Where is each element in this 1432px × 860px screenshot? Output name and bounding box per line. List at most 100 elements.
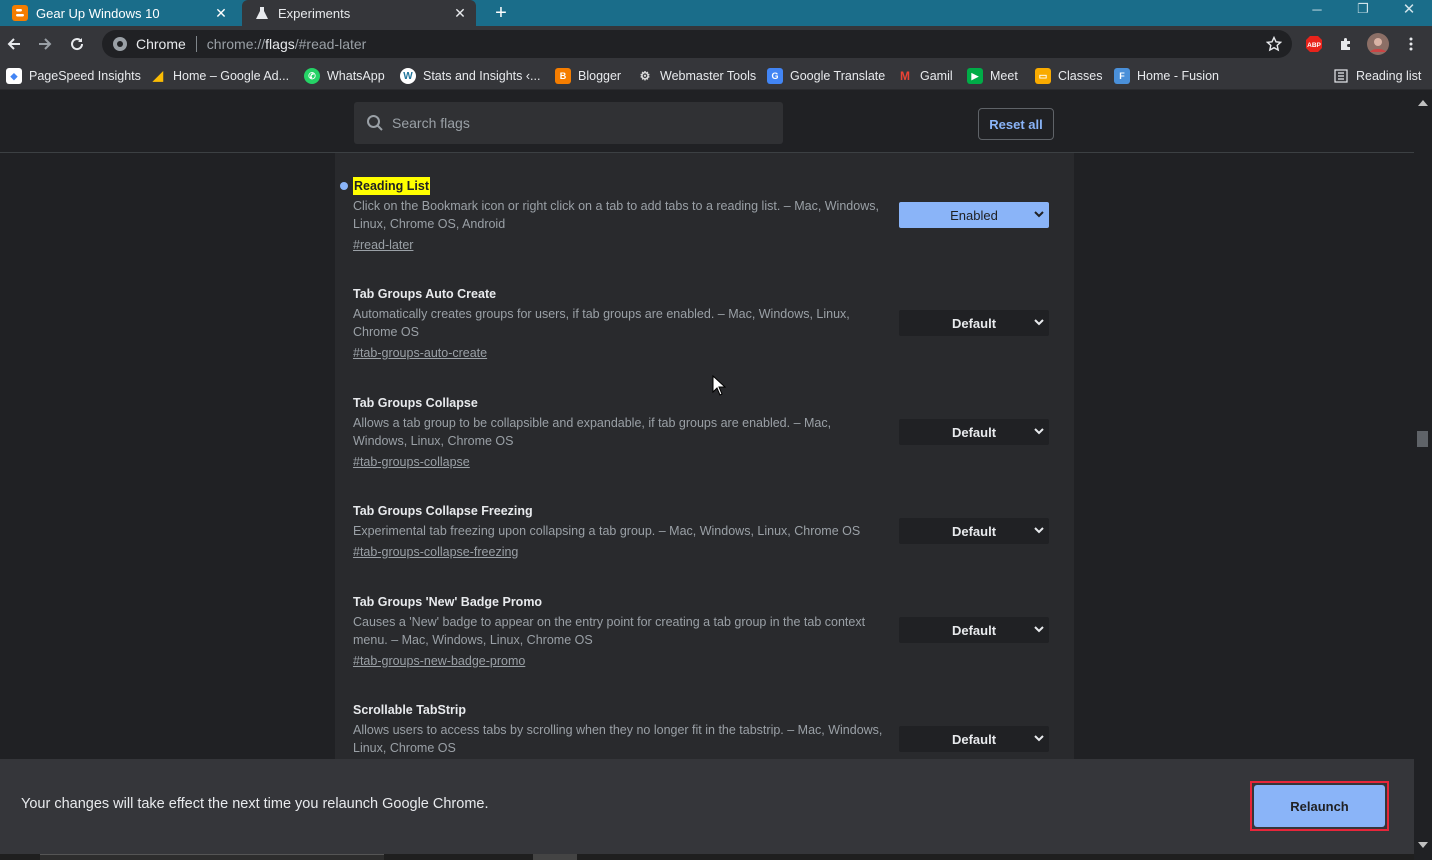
bookmark-pagespeed[interactable]: ◆ PageSpeed Insights: [6, 67, 141, 85]
chrome-logo-icon: [113, 37, 127, 51]
relaunch-message: Your changes will take effect the next t…: [21, 796, 489, 812]
bookmark-stats[interactable]: W Stats and Insights ‹...: [400, 67, 540, 85]
omnibox-divider: [195, 36, 197, 52]
flag-state-select[interactable]: Default: [899, 726, 1049, 752]
flag-description: Experimental tab freezing upon collapsin…: [353, 524, 861, 538]
chevron-down-icon: [1034, 735, 1044, 742]
bookmark-google-ads[interactable]: ◢ Home – Google Ad...: [150, 67, 289, 85]
relaunch-bar: Your changes will take effect the next t…: [0, 759, 1414, 854]
flag-permalink[interactable]: #tab-groups-auto-create: [353, 344, 1053, 362]
tab-gear-up-windows[interactable]: Gear Up Windows 10 ✕: [0, 0, 237, 26]
flag-permalink[interactable]: #read-later: [353, 236, 1053, 254]
flag-description: Causes a 'New' badge to appear on the en…: [353, 615, 866, 647]
bookmark-fusion[interactable]: F Home - Fusion: [1114, 67, 1219, 85]
svg-text:ABP: ABP: [1307, 42, 1321, 49]
flag-state-select[interactable]: Default: [899, 518, 1049, 544]
classroom-icon: ▭: [1035, 68, 1051, 84]
bookmark-classes[interactable]: ▭ Classes: [1035, 67, 1102, 85]
toolbar: Chrome chrome://flags/#read-later ABP: [0, 26, 1432, 62]
taskbar-search-box[interactable]: [40, 854, 384, 860]
flag-tab-groups-new-badge-promo: Tab Groups 'New' Badge Promo Causes a 'N…: [353, 593, 1053, 670]
forward-button[interactable]: [33, 32, 57, 56]
adblock-plus-icon: ABP: [1306, 36, 1322, 52]
flag-state-select[interactable]: Default: [899, 617, 1049, 643]
flag-state-select[interactable]: Default: [899, 310, 1049, 336]
pagespeed-icon: ◆: [6, 68, 22, 84]
flag-permalink[interactable]: #tab-groups-collapse: [353, 453, 1053, 471]
vertical-scrollbar[interactable]: [1414, 91, 1432, 860]
reading-list-button[interactable]: Reading list: [1333, 67, 1421, 85]
scroll-up-arrow-icon[interactable]: [1418, 99, 1428, 107]
flags-list: Reading List Click on the Bookmark icon …: [335, 153, 1074, 759]
reload-icon: [71, 38, 84, 51]
flag-description: Allows a tab group to be collapsible and…: [353, 416, 832, 448]
taskbar-strip: [0, 854, 1414, 860]
mouse-cursor-icon: [712, 375, 726, 396]
puzzle-icon: [1341, 38, 1350, 50]
restore-icon[interactable]: ❐: [1343, 0, 1383, 18]
url-text: chrome://flags/#read-later: [206, 36, 367, 52]
chevron-down-icon: [1034, 211, 1044, 218]
flag-description: Automatically creates groups for users, …: [353, 307, 850, 339]
flag-reading-list: Reading List Click on the Bookmark icon …: [340, 177, 1053, 254]
blogger-icon: [12, 5, 28, 21]
bookmark-blogger[interactable]: B Blogger: [555, 67, 621, 85]
flag-name: Tab Groups Collapse: [353, 396, 478, 410]
adblock-plus-button[interactable]: ABP: [1302, 32, 1326, 56]
scrollbar-thumb[interactable]: [1417, 431, 1428, 447]
flag-tab-groups-auto-create: Tab Groups Auto Create Automatically cre…: [353, 285, 1053, 362]
flag-permalink[interactable]: #tab-groups-collapse-freezing: [353, 543, 1053, 561]
bookmark-translate[interactable]: G Google Translate: [767, 67, 885, 85]
flag-tab-groups-collapse-freezing: Tab Groups Collapse Freezing Experimenta…: [353, 502, 1053, 561]
menu-button[interactable]: [1399, 32, 1423, 56]
search-flags-box[interactable]: [354, 102, 783, 144]
google-ads-icon: ◢: [153, 68, 163, 83]
avatar-icon: [1367, 33, 1389, 55]
flags-header: Reset all: [0, 91, 1414, 153]
bookmark-star-button[interactable]: [1262, 32, 1286, 56]
flag-permalink[interactable]: #tab-groups-new-badge-promo: [353, 652, 1053, 670]
webmaster-icon: ⚙: [639, 69, 651, 83]
close-window-icon[interactable]: ✕: [1389, 0, 1429, 18]
flag-name: Scrollable TabStrip: [353, 703, 466, 717]
tab-strip: Gear Up Windows 10 ✕ Experiments ✕ + ─ ❐…: [0, 0, 1432, 26]
new-tab-button[interactable]: +: [488, 0, 514, 26]
tab-title: Gear Up Windows 10: [36, 5, 160, 21]
close-tab-icon[interactable]: ✕: [211, 3, 231, 23]
forward-arrow-icon: [39, 38, 52, 50]
extensions-button[interactable]: [1334, 32, 1358, 56]
close-tab-icon[interactable]: ✕: [450, 3, 470, 23]
relaunch-button[interactable]: Relaunch: [1254, 785, 1385, 827]
bookmark-webmaster[interactable]: ⚙ Webmaster Tools: [637, 67, 757, 85]
bookmark-gmail[interactable]: M Gamil: [897, 67, 953, 85]
search-flags-input[interactable]: [392, 115, 762, 131]
tab-experiments[interactable]: Experiments ✕: [242, 0, 476, 26]
flag-state-select[interactable]: Default: [899, 419, 1049, 445]
back-arrow-icon: [7, 38, 20, 50]
minimize-icon[interactable]: ─: [1297, 0, 1337, 18]
bookmark-whatsapp[interactable]: ✆ WhatsApp: [304, 67, 385, 85]
reload-button[interactable]: [65, 32, 89, 56]
star-icon: [1266, 36, 1282, 52]
flag-scrollable-tabstrip: Scrollable TabStrip Allows users to acce…: [353, 701, 1053, 757]
fusion-icon: F: [1114, 68, 1130, 84]
gmail-icon: M: [900, 69, 910, 83]
address-bar[interactable]: Chrome chrome://flags/#read-later: [102, 30, 1292, 58]
profile-avatar[interactable]: [1366, 32, 1390, 56]
flag-name: Tab Groups Auto Create: [353, 287, 497, 301]
bookmark-meet[interactable]: ▶ Meet: [967, 67, 1018, 85]
chevron-down-icon: [1034, 319, 1044, 326]
site-label: Chrome: [136, 36, 186, 52]
reading-list-icon: [1333, 68, 1349, 84]
reset-all-button[interactable]: Reset all: [978, 108, 1054, 140]
flag-description: Click on the Bookmark icon or right clic…: [353, 199, 879, 231]
taskbar-app-item[interactable]: [533, 854, 577, 860]
bookmarks-bar: ◆ PageSpeed Insights ◢ Home – Google Ad...…: [0, 62, 1432, 90]
chevron-down-icon: [1034, 626, 1044, 633]
flag-state-select[interactable]: Enabled: [899, 202, 1049, 228]
more-vert-icon: [1409, 37, 1413, 51]
back-button[interactable]: [2, 32, 26, 56]
translate-icon: G: [767, 68, 783, 84]
scroll-down-arrow-icon[interactable]: [1418, 841, 1428, 849]
tab-title: Experiments: [278, 5, 351, 21]
